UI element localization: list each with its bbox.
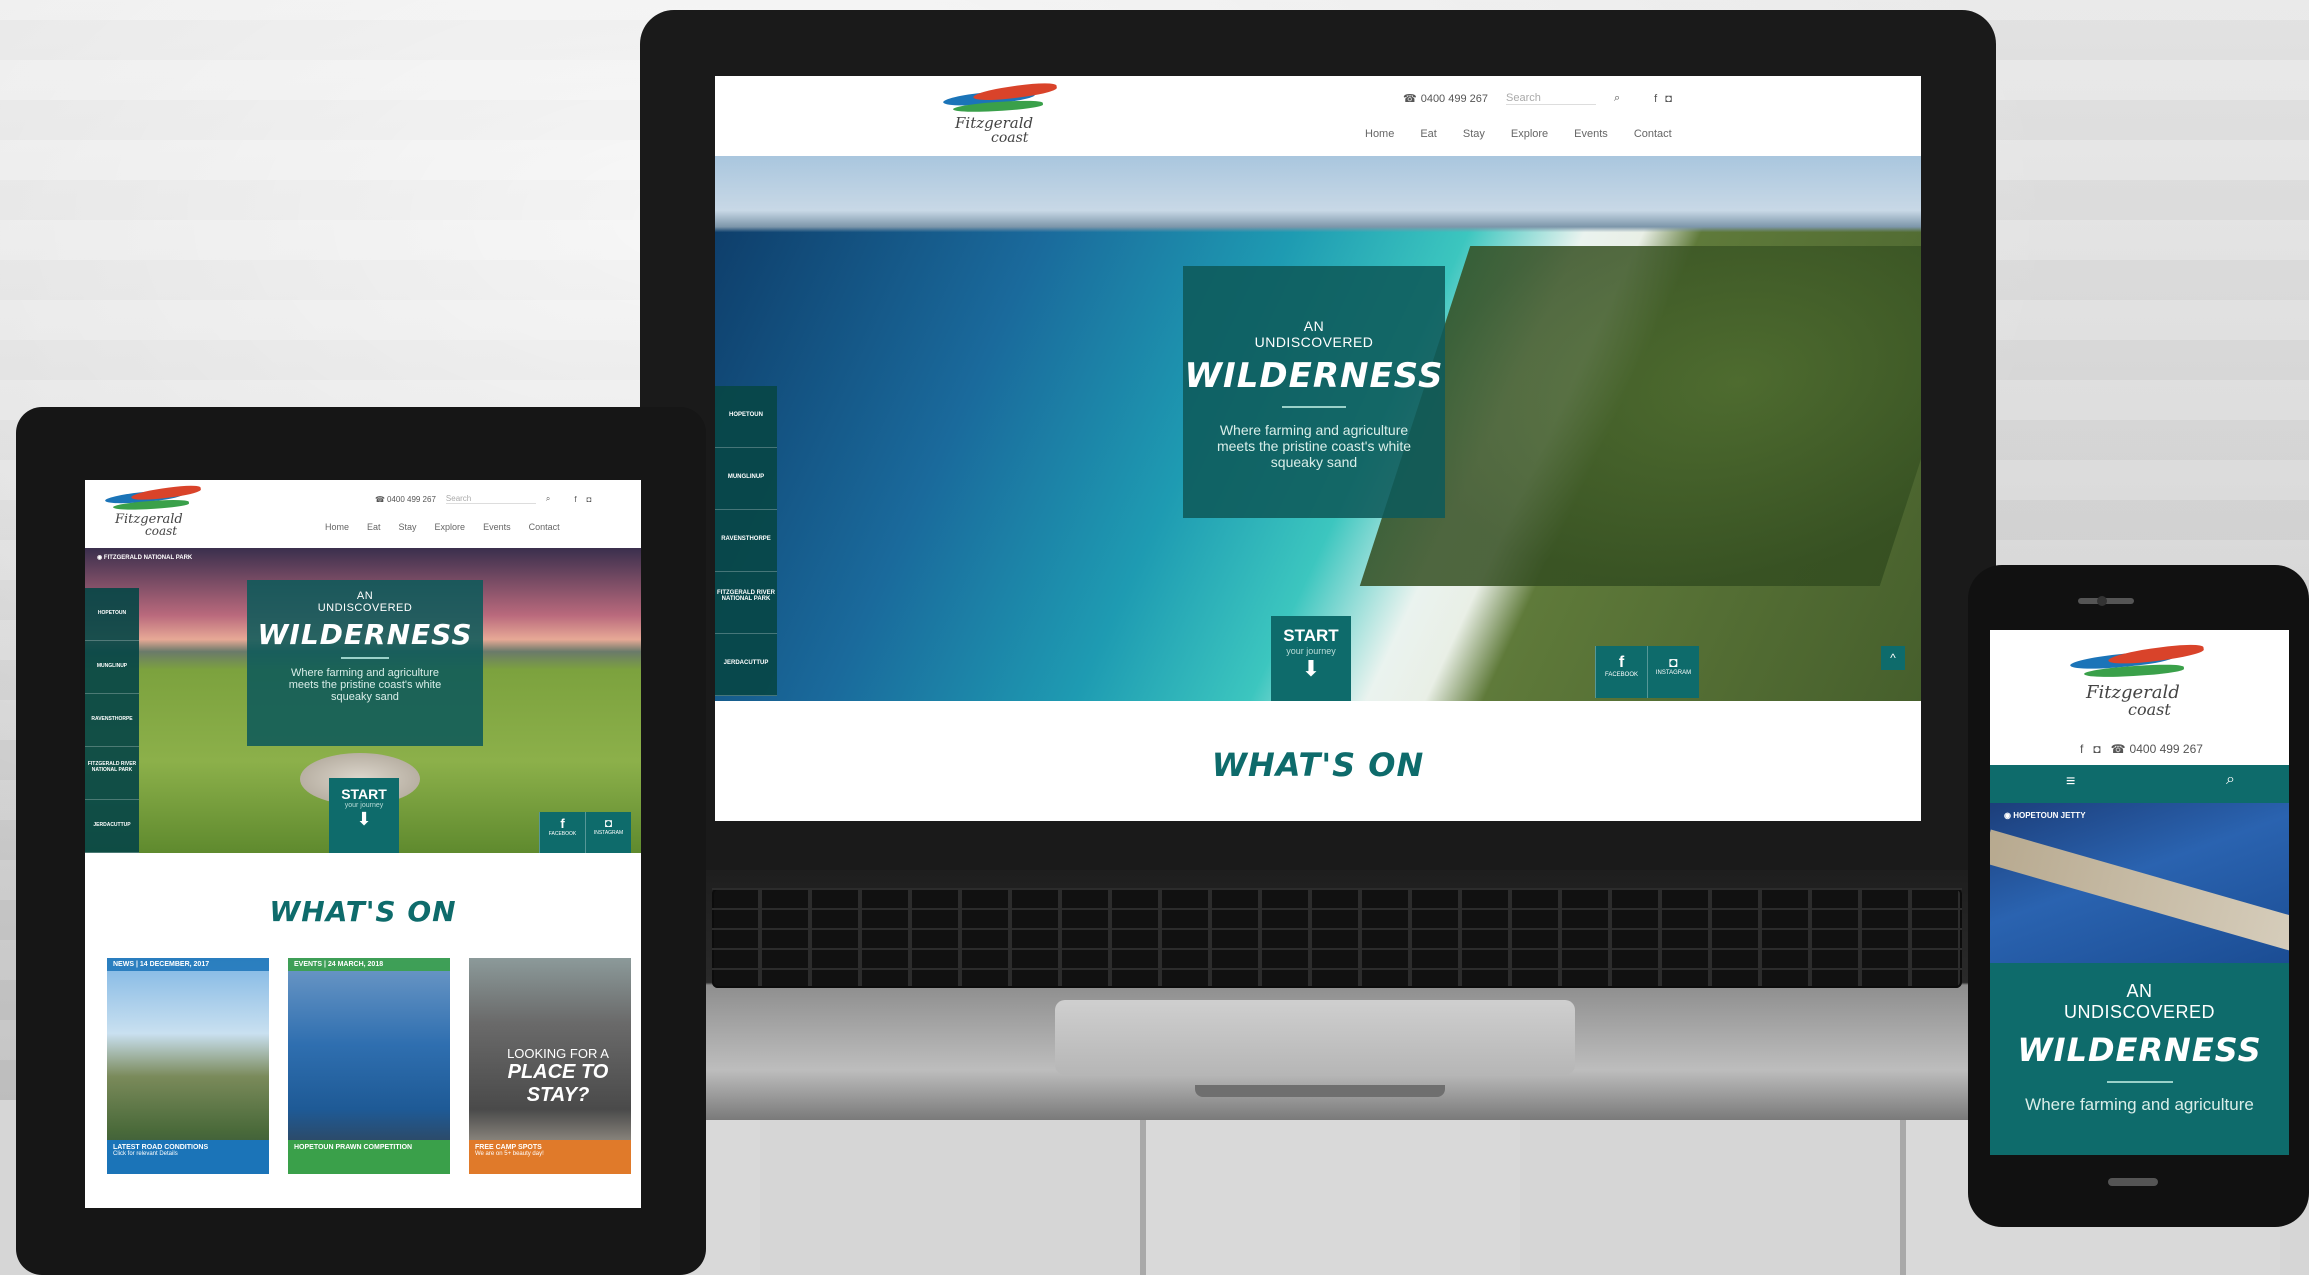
header-utility: ☎ 0400 499 267 Search ⌕ f ◘ [1403,92,1672,105]
tablet-search-input[interactable]: Search [445,494,536,504]
tab-jerdacuttup[interactable]: JERDACUTTUP [715,634,777,696]
laptop-hinge [1195,1085,1445,1097]
facebook-icon: f [1618,654,1625,671]
laptop-screen: Fitzgerald coast ☎ 0400 499 267 Search ⌕… [715,76,1921,821]
nav-contact[interactable]: Contact [529,522,560,532]
phone-header-phone[interactable]: 0400 499 267 [2130,742,2203,756]
facebook-icon[interactable]: f [574,495,576,504]
phone-utility: f ◘ ☎ 0400 499 267 [2080,742,2203,756]
phone-screen: Fitzgerald coast f ◘ ☎ 0400 499 267 ≡ ⌕ … [1990,630,2289,1155]
facebook-button[interactable]: f FACEBOOK [539,812,585,853]
tab-hopetoun[interactable]: HOPETOUN [85,588,139,641]
nav-explore[interactable]: Explore [1511,128,1548,140]
tab-jerdacuttup[interactable]: JERDACUTTUP [85,800,139,853]
nav-contact[interactable]: Contact [1634,128,1672,140]
tablet-screen: Fitzgerald coast ☎ 0400 499 267 Search ⌕… [85,480,641,1208]
phone-icon: ☎ [1403,93,1417,105]
start-journey-button[interactable]: START your journey ⬇ [1271,616,1351,701]
town-tabs: HOPETOUN MUNGLINUP RAVENSTHORPE FITZGERA… [715,386,777,696]
social-links: f FACEBOOK ◘ INSTAGRAM [1595,646,1699,698]
nav-stay[interactable]: Stay [399,522,417,532]
instagram-icon[interactable]: ◘ [2093,742,2100,756]
nav-eat[interactable]: Eat [1420,128,1437,140]
facebook-button[interactable]: f FACEBOOK [1595,646,1647,698]
nav-stay[interactable]: Stay [1463,128,1485,140]
search-icon[interactable]: ⌕ [2226,771,2235,789]
nav-home[interactable]: Home [1365,128,1394,140]
tablet-header: Fitzgerald coast ☎ 0400 499 267 Search ⌕… [85,480,641,548]
phone-camera [2097,596,2107,606]
site-header: Fitzgerald coast ☎ 0400 499 267 Search ⌕… [715,76,1921,156]
phone-hero-image: ◉ HOPETOUN JETTY [1990,803,2289,963]
laptop-keyboard [712,888,1962,988]
tablet-header-phone[interactable]: 0400 499 267 [387,495,436,504]
tab-hopetoun[interactable]: HOPETOUN [715,386,777,448]
tablet-nav: Home Eat Stay Explore Events Contact [325,522,560,532]
phone-icon: ☎ [375,494,385,504]
hero-banner: AN UNDISCOVERED WILDERNESS Where farming… [715,156,1921,701]
tablet-hero: ◉ FITZGERALD NATIONAL PARK AN UNDISCOVER… [85,548,641,853]
instagram-icon: ◘ [604,816,613,830]
tablet-whats-on: WHAT'S ON [269,895,457,928]
phone-location: ◉ HOPETOUN JETTY [2004,811,2086,820]
menu-icon[interactable]: ≡ [2066,773,2075,791]
hero-panel: AN UNDISCOVERED WILDERNESS Where farming… [1183,266,1445,518]
hero-title: WILDERNESS [1184,356,1444,396]
phone-icon: ☎ [2110,742,2126,756]
facebook-icon: f [560,816,565,831]
tablet-start-button[interactable]: START your journey ⬇ [329,778,399,853]
nav-home[interactable]: Home [325,522,349,532]
nav-explore[interactable]: Explore [435,522,466,532]
nav-events[interactable]: Events [1574,128,1608,140]
phone-jetty [1990,829,2289,951]
facebook-icon[interactable]: f [1654,93,1657,105]
whats-on-heading: WHAT'S ON [1211,746,1425,784]
location-pin-icon: ◉ [2004,811,2011,820]
tab-fitzgerald-river[interactable]: FITZGERALD RIVER NATIONAL PARK [715,572,777,634]
header-phone[interactable]: 0400 499 267 [1421,93,1488,105]
instagram-button[interactable]: ◘ INSTAGRAM [585,812,631,853]
nav-eat[interactable]: Eat [367,522,381,532]
search-icon[interactable]: ⌕ [546,494,550,504]
tab-munglinup[interactable]: MUNGLINUP [85,641,139,694]
phone-home-bar [2108,1178,2158,1186]
laptop-trackpad [1055,1000,1575,1075]
instagram-icon[interactable]: ◘ [587,495,592,504]
tablet-utility: ☎ 0400 499 267 Search ⌕ f ◘ [375,494,591,504]
arrow-down-icon: ⬇ [356,809,372,829]
tablet-logo[interactable]: Fitzgerald coast [99,483,219,542]
search-icon[interactable]: ⌕ [1614,92,1620,105]
scroll-up-button[interactable]: ^ [1881,646,1905,670]
phone-logo[interactable]: Fitzgerald coast [2064,641,2224,724]
phone-hero-panel: AN UNDISCOVERED WILDERNESS Where farming… [1990,963,2289,1155]
event-card[interactable]: EVENTS | 24 MARCH, 2018 HOPETOUN PRAWN C… [288,958,450,1174]
logo-text-2: coast [991,130,1029,146]
location-pin-icon: ◉ [97,555,103,561]
tab-fitzgerald-river[interactable]: FITZGERALD RIVER NATIONAL PARK [85,747,139,800]
instagram-icon: ◘ [1669,654,1678,670]
tablet-social: f FACEBOOK ◘ INSTAGRAM [539,812,631,853]
tablet-town-tabs: HOPETOUN MUNGLINUP RAVENSTHORPE FITZGERA… [85,588,139,853]
search-input[interactable]: Search [1506,92,1596,105]
instagram-icon[interactable]: ◘ [1665,93,1672,105]
tablet-location: ◉ FITZGERALD NATIONAL PARK [97,555,193,561]
camp-card[interactable]: LOOKING FOR A PLACE TO STAY? FREE CAMP S… [469,958,631,1174]
tab-munglinup[interactable]: MUNGLINUP [715,448,777,510]
instagram-button[interactable]: ◘ INSTAGRAM [1647,646,1699,698]
main-nav: Home Eat Stay Explore Events Contact [1365,128,1672,140]
site-logo[interactable]: Fitzgerald coast [933,80,1073,150]
phone-menu-bar: ≡ ⌕ [1990,765,2289,803]
arrow-down-icon: ⬇ [1301,656,1321,681]
nav-events[interactable]: Events [483,522,511,532]
facebook-icon[interactable]: f [2080,742,2083,756]
tab-ravensthorpe[interactable]: RAVENSTHORPE [715,510,777,572]
tab-ravensthorpe[interactable]: RAVENSTHORPE [85,694,139,747]
tablet-hero-panel: AN UNDISCOVERED WILDERNESS Where farming… [247,580,483,746]
news-card[interactable]: NEWS | 14 DECEMBER, 2017 LATEST ROAD CON… [107,958,269,1174]
